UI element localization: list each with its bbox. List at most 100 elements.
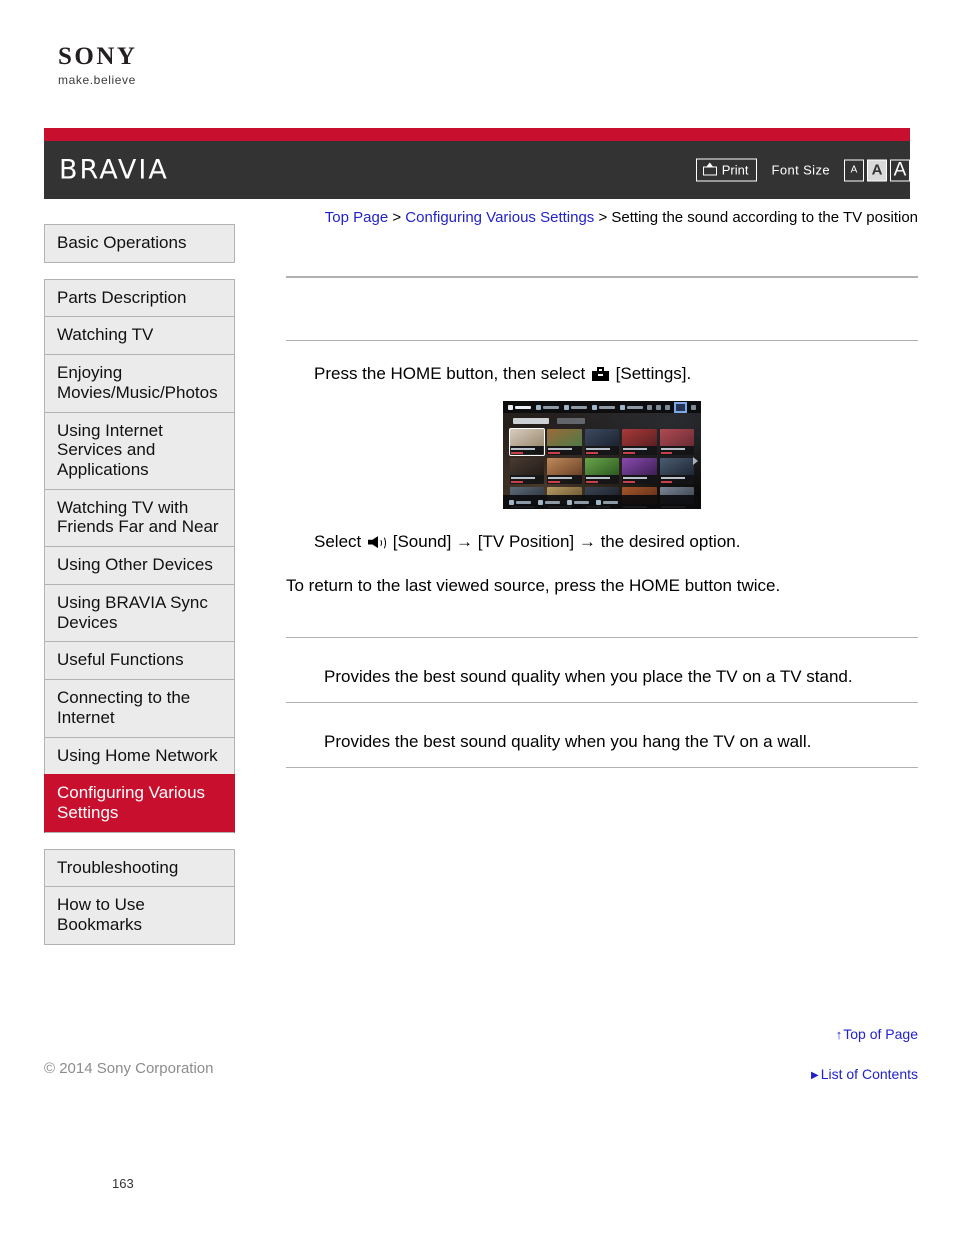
tv-bottom-item-connected-devices: [509, 499, 531, 505]
tv-grid-cell: [659, 458, 695, 485]
font-size-medium-button[interactable]: A: [867, 159, 887, 181]
sidebar-item-using-bravia-sync-devices[interactable]: Using BRAVIA Sync Devices: [44, 583, 235, 642]
sidebar-item-how-to-use-bookmarks[interactable]: How to Use Bookmarks: [44, 886, 235, 945]
tv-grid-row: [508, 428, 695, 457]
list-of-contents-link[interactable]: List of Contents: [821, 1066, 918, 1082]
step-text-after-icon: [Settings].: [615, 364, 692, 383]
sony-wordmark: SONY: [58, 43, 138, 70]
option-row: Provides the best sound quality when you…: [286, 703, 918, 767]
options-divider-bottom: [286, 767, 918, 769]
tv-top-menu-bar: [503, 401, 701, 414]
tv-menu-item-channel: [508, 404, 531, 410]
tv-top-bar-right-icons: [647, 401, 696, 413]
tv-grid-cell: [584, 458, 620, 485]
tv-bottom-item-rec-list: [567, 499, 589, 505]
tv-grid-cell: [622, 429, 657, 456]
tv-bottom-item-settings: [596, 499, 618, 505]
sidebar-item-useful-functions[interactable]: Useful Functions: [44, 641, 235, 680]
sony-logo: SONY make.believe: [58, 44, 318, 86]
tv-menu-item-music: [592, 404, 615, 410]
tv-scroll-right-arrow-icon: [693, 457, 698, 466]
step-select-sound: Select [Sound] → [TV Position] → the des…: [286, 531, 918, 553]
tv-bottom-menu-bar: [503, 495, 701, 510]
return-note: To return to the last viewed source, pre…: [286, 576, 781, 596]
tv-grid-cell: [510, 458, 545, 485]
sidebar-item-configuring-various-settings[interactable]: Configuring Various Settings: [44, 774, 235, 833]
select-text-before-icon: Select: [314, 532, 362, 552]
printer-icon: [702, 162, 717, 177]
top-of-page-row: ↑Top of Page: [618, 1026, 918, 1042]
tv-menu-item-apps: [620, 404, 643, 410]
breadcrumb-separator: >: [598, 209, 608, 226]
print-button-label: Print: [721, 162, 749, 177]
sidebar-item-connecting-to-the-internet[interactable]: Connecting to the Internet: [44, 679, 235, 737]
sony-tagline: make.believe: [58, 73, 136, 87]
sidebar-item-troubleshooting[interactable]: Troubleshooting: [44, 848, 235, 887]
tv-grid-cell: [659, 429, 695, 456]
breadcrumb-item-configuring-various-settings[interactable]: Configuring Various Settings: [405, 209, 594, 226]
breadcrumb-separator: >: [392, 209, 402, 226]
tv-clock-icon: [665, 404, 670, 410]
tv-bottom-item-inputs: [538, 499, 560, 505]
sidebar-item-using-other-devices[interactable]: Using Other Devices: [44, 546, 235, 584]
sidebar: Basic Operations Parts Description Watch…: [44, 224, 235, 961]
sound-speaker-icon: [367, 535, 386, 551]
tv-home-screen-screenshot: [503, 401, 701, 510]
masthead-tools: Print Font Size A A A: [695, 158, 910, 182]
font-size-small-button[interactable]: A: [844, 159, 864, 181]
sidebar-item-using-internet-services-and-applications[interactable]: Using Internet Services and Applications: [44, 411, 235, 489]
page-title: [286, 278, 918, 340]
tv-grid-cell: [547, 429, 582, 456]
masthead-red-accent-bar: [44, 128, 910, 141]
breadcrumb: Top Page > Configuring Various Settings …: [286, 209, 918, 226]
font-size-large-button[interactable]: A: [890, 159, 910, 181]
page-number: 163: [112, 1176, 134, 1191]
copyright-text: © 2014 Sony Corporation: [44, 1060, 214, 1077]
tv-grid-cell: [547, 458, 582, 485]
arrow-up-icon: ↑: [835, 1027, 843, 1042]
sidebar-group-primary: Basic Operations: [44, 224, 235, 263]
settings-toolbox-icon: [591, 367, 609, 381]
breadcrumb-item-top-page[interactable]: Top Page: [325, 209, 388, 226]
tv-network-icon: [656, 404, 661, 410]
list-of-contents-row: ▶ List of Contents: [618, 1066, 918, 1082]
sidebar-item-basic-operations[interactable]: Basic Operations: [44, 224, 235, 263]
option-description: Provides the best sound quality when you…: [324, 667, 853, 687]
option-description: Provides the best sound quality when you…: [324, 732, 812, 752]
tv-help-icon: [691, 404, 696, 410]
tv-grid-cell: [622, 458, 657, 485]
section-divider-below-title: [286, 340, 918, 341]
main-content: Press the HOME button, then select [Sett…: [286, 276, 918, 769]
options-table: Provides the best sound quality when you…: [286, 637, 918, 769]
tv-settings-highlight-box: [674, 401, 687, 413]
breadcrumb-item-current: Setting the sound according to the TV po…: [611, 209, 918, 226]
sidebar-item-enjoying-movies-music-photos[interactable]: Enjoying Movies/Music/Photos: [44, 354, 235, 412]
option-row: Provides the best sound quality when you…: [286, 638, 918, 702]
masthead-bar: BRAVIA Print Font Size A A A: [44, 141, 910, 199]
font-size-buttons: A A A: [844, 159, 910, 181]
tv-search-icon: [647, 404, 652, 410]
tv-grid-cell: [584, 429, 620, 456]
top-of-page-link[interactable]: Top of Page: [843, 1026, 918, 1042]
tv-grid-row: [510, 458, 695, 485]
sidebar-item-using-home-network[interactable]: Using Home Network: [44, 736, 235, 775]
bravia-logo: BRAVIA: [59, 154, 169, 186]
sidebar-group-main: Parts Description Watching TV Enjoying M…: [44, 278, 235, 833]
tv-menu-item-album: [564, 404, 587, 410]
step-press-home: Press the HOME button, then select [Sett…: [286, 363, 918, 385]
tv-menu-item-movies: [536, 404, 559, 410]
sidebar-item-parts-description[interactable]: Parts Description: [44, 278, 235, 317]
print-button[interactable]: Print: [695, 158, 758, 182]
tv-tab-tv-shows: [513, 418, 549, 425]
masthead: BRAVIA Print Font Size A A A: [44, 128, 910, 199]
arrow-right-icon: ▶: [811, 1070, 819, 1081]
sidebar-item-watching-tv[interactable]: Watching TV: [44, 316, 235, 355]
sidebar-item-watching-tv-with-friends-far-and-near[interactable]: Watching TV with Friends Far and Near: [44, 488, 235, 547]
tv-grid-cell: [508, 428, 546, 457]
step-text-before-icon: Press the HOME button, then select: [314, 364, 586, 383]
sidebar-group-support: Troubleshooting How to Use Bookmarks: [44, 848, 235, 945]
select-text-after-icon: [Sound] → [TV Position] → the desired op…: [392, 532, 741, 552]
footer-links: ↑Top of Page ▶ List of Contents: [618, 1026, 918, 1082]
tv-content-tabs: [513, 418, 585, 425]
tv-tab-recommend: [557, 418, 585, 425]
